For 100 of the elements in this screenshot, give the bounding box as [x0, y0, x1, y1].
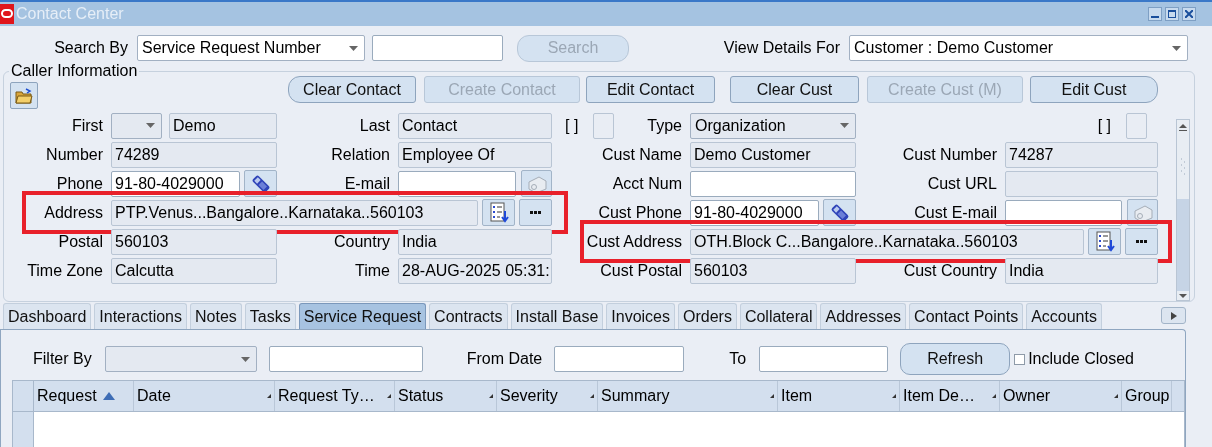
caret-icon — [146, 123, 155, 128]
tab[interactable]: Tasks — [244, 303, 296, 329]
resize-handle-icon — [489, 394, 493, 398]
action-button[interactable]: Clear Contact — [288, 76, 416, 103]
tab[interactable]: Service Request — [298, 303, 427, 329]
more-button[interactable] — [519, 199, 552, 226]
close-button[interactable] — [1182, 7, 1196, 21]
tab[interactable]: Dashboard — [3, 303, 92, 329]
text-field[interactable]: India — [398, 228, 552, 255]
action-button[interactable]: Clear Cust — [730, 76, 859, 103]
action-button[interactable]: Edit Cust — [1030, 76, 1158, 103]
caret-icon — [240, 356, 250, 362]
caret-icon — [349, 45, 358, 51]
column-header[interactable]: Owner — [1000, 381, 1122, 411]
tab[interactable]: Accounts — [1026, 303, 1102, 329]
date-field[interactable] — [554, 346, 685, 372]
dropdown[interactable]: Organization — [690, 112, 856, 139]
column-header[interactable]: Group — [1122, 381, 1172, 411]
field-label: Filter By — [33, 350, 92, 368]
column-header[interactable]: Severity — [497, 381, 598, 411]
text-field[interactable]: 74289 — [111, 141, 277, 168]
tab[interactable]: Install Base — [510, 303, 604, 329]
field-label: Cust Postal — [599, 261, 682, 280]
field-label: Last — [358, 116, 390, 135]
maximize-icon — [1168, 10, 1176, 18]
tab[interactable]: Orders — [678, 303, 737, 329]
refresh-button[interactable]: Refresh — [900, 343, 1011, 375]
list-button[interactable] — [482, 199, 515, 226]
column-header[interactable]: Request — [34, 381, 134, 411]
text-field[interactable]: Demo Customer — [690, 141, 856, 168]
maximize-button[interactable] — [1165, 7, 1179, 21]
folder-icon — [15, 87, 33, 104]
flag-text: [ ] — [1097, 116, 1111, 135]
text-field[interactable]: India — [1005, 257, 1158, 284]
resize-handle-icon — [1114, 394, 1118, 398]
field-label: Cust Name — [600, 145, 682, 164]
field-label: Number — [45, 145, 103, 164]
minimize-button[interactable] — [1148, 7, 1162, 21]
resize-handle-icon — [387, 394, 391, 398]
caret-icon — [1172, 45, 1181, 51]
tab[interactable]: Notes — [190, 303, 242, 329]
text-field[interactable]: 560103 — [111, 228, 277, 255]
text-field[interactable]: Employee Of — [398, 141, 552, 168]
column-header[interactable]: Request Ty… — [275, 381, 395, 411]
field-label: Search By — [53, 39, 128, 57]
text-field[interactable]: Demo — [169, 112, 277, 139]
search-field[interactable] — [372, 35, 503, 61]
text-field[interactable]: 560103 — [690, 257, 856, 284]
more-button[interactable] — [1125, 228, 1158, 255]
column-header[interactable]: Status — [395, 381, 497, 411]
column-header[interactable]: Item De… — [900, 381, 1000, 411]
checkbox-label: Include Closed — [1028, 350, 1134, 368]
tab[interactable]: Interactions — [94, 303, 187, 329]
field-label: Type — [647, 116, 682, 135]
field-label: Cust Number — [901, 145, 997, 164]
field-label: Time — [354, 261, 390, 280]
column-header[interactable]: Date — [134, 381, 275, 411]
text-field[interactable]: PTP.Venus...Bangalore..Karnataka..560103 — [111, 199, 478, 226]
scroll-right-button[interactable] — [1161, 307, 1186, 324]
vertical-scrollbar[interactable] — [1176, 119, 1190, 301]
text-field[interactable] — [690, 170, 856, 197]
ellipsis-icon — [1136, 240, 1147, 243]
flag-box — [1126, 112, 1147, 139]
column-header[interactable]: Item — [778, 381, 900, 411]
field-label: Cust Phone — [597, 203, 682, 222]
list-button[interactable] — [1088, 228, 1121, 255]
field-label: View Details For — [722, 39, 840, 57]
action-button[interactable]: Edit Contact — [586, 76, 715, 103]
sort-ascending-icon — [102, 392, 115, 400]
open-folder-button[interactable] — [10, 82, 38, 109]
text-field[interactable] — [1005, 170, 1158, 197]
tab[interactable]: Contracts — [429, 303, 508, 329]
tab[interactable]: Contact Points — [909, 303, 1024, 329]
text-field[interactable]: Contact — [398, 112, 552, 139]
logo-icon — [0, 4, 14, 24]
tab[interactable]: Collateral — [739, 303, 818, 329]
dropdown[interactable]: Customer : Demo Customer — [849, 35, 1188, 61]
tab[interactable]: Addresses — [820, 303, 907, 329]
flag-box — [593, 112, 615, 139]
text-field[interactable]: Calcutta — [111, 257, 277, 284]
numbered-list-icon — [1093, 230, 1116, 253]
checkbox[interactable] — [1014, 353, 1026, 365]
field-label: Cust Country — [902, 261, 997, 280]
dropdown[interactable]: Service Request Number — [137, 35, 365, 61]
resize-handle-icon — [892, 394, 896, 398]
numbered-list-icon — [487, 201, 510, 224]
arrow-right-icon — [1170, 311, 1177, 320]
date-field[interactable] — [759, 346, 889, 372]
field-label: First — [70, 116, 103, 135]
text-field[interactable]: 74287 — [1005, 141, 1158, 168]
field-label: Acct Num — [611, 174, 682, 193]
tab[interactable]: Invoices — [606, 303, 675, 329]
text-field[interactable] — [268, 346, 423, 372]
column-header[interactable]: Summary — [598, 381, 778, 411]
field-label: E-mail — [343, 174, 390, 193]
field-label: Address — [43, 203, 103, 222]
field-label: To — [729, 350, 747, 368]
text-field[interactable]: 28-AUG-2025 05:31: — [398, 257, 552, 284]
window-title: Contact Center — [16, 5, 125, 23]
text-field[interactable]: OTH.Block C...Bangalore..Karnataka..560103 — [690, 228, 1084, 255]
